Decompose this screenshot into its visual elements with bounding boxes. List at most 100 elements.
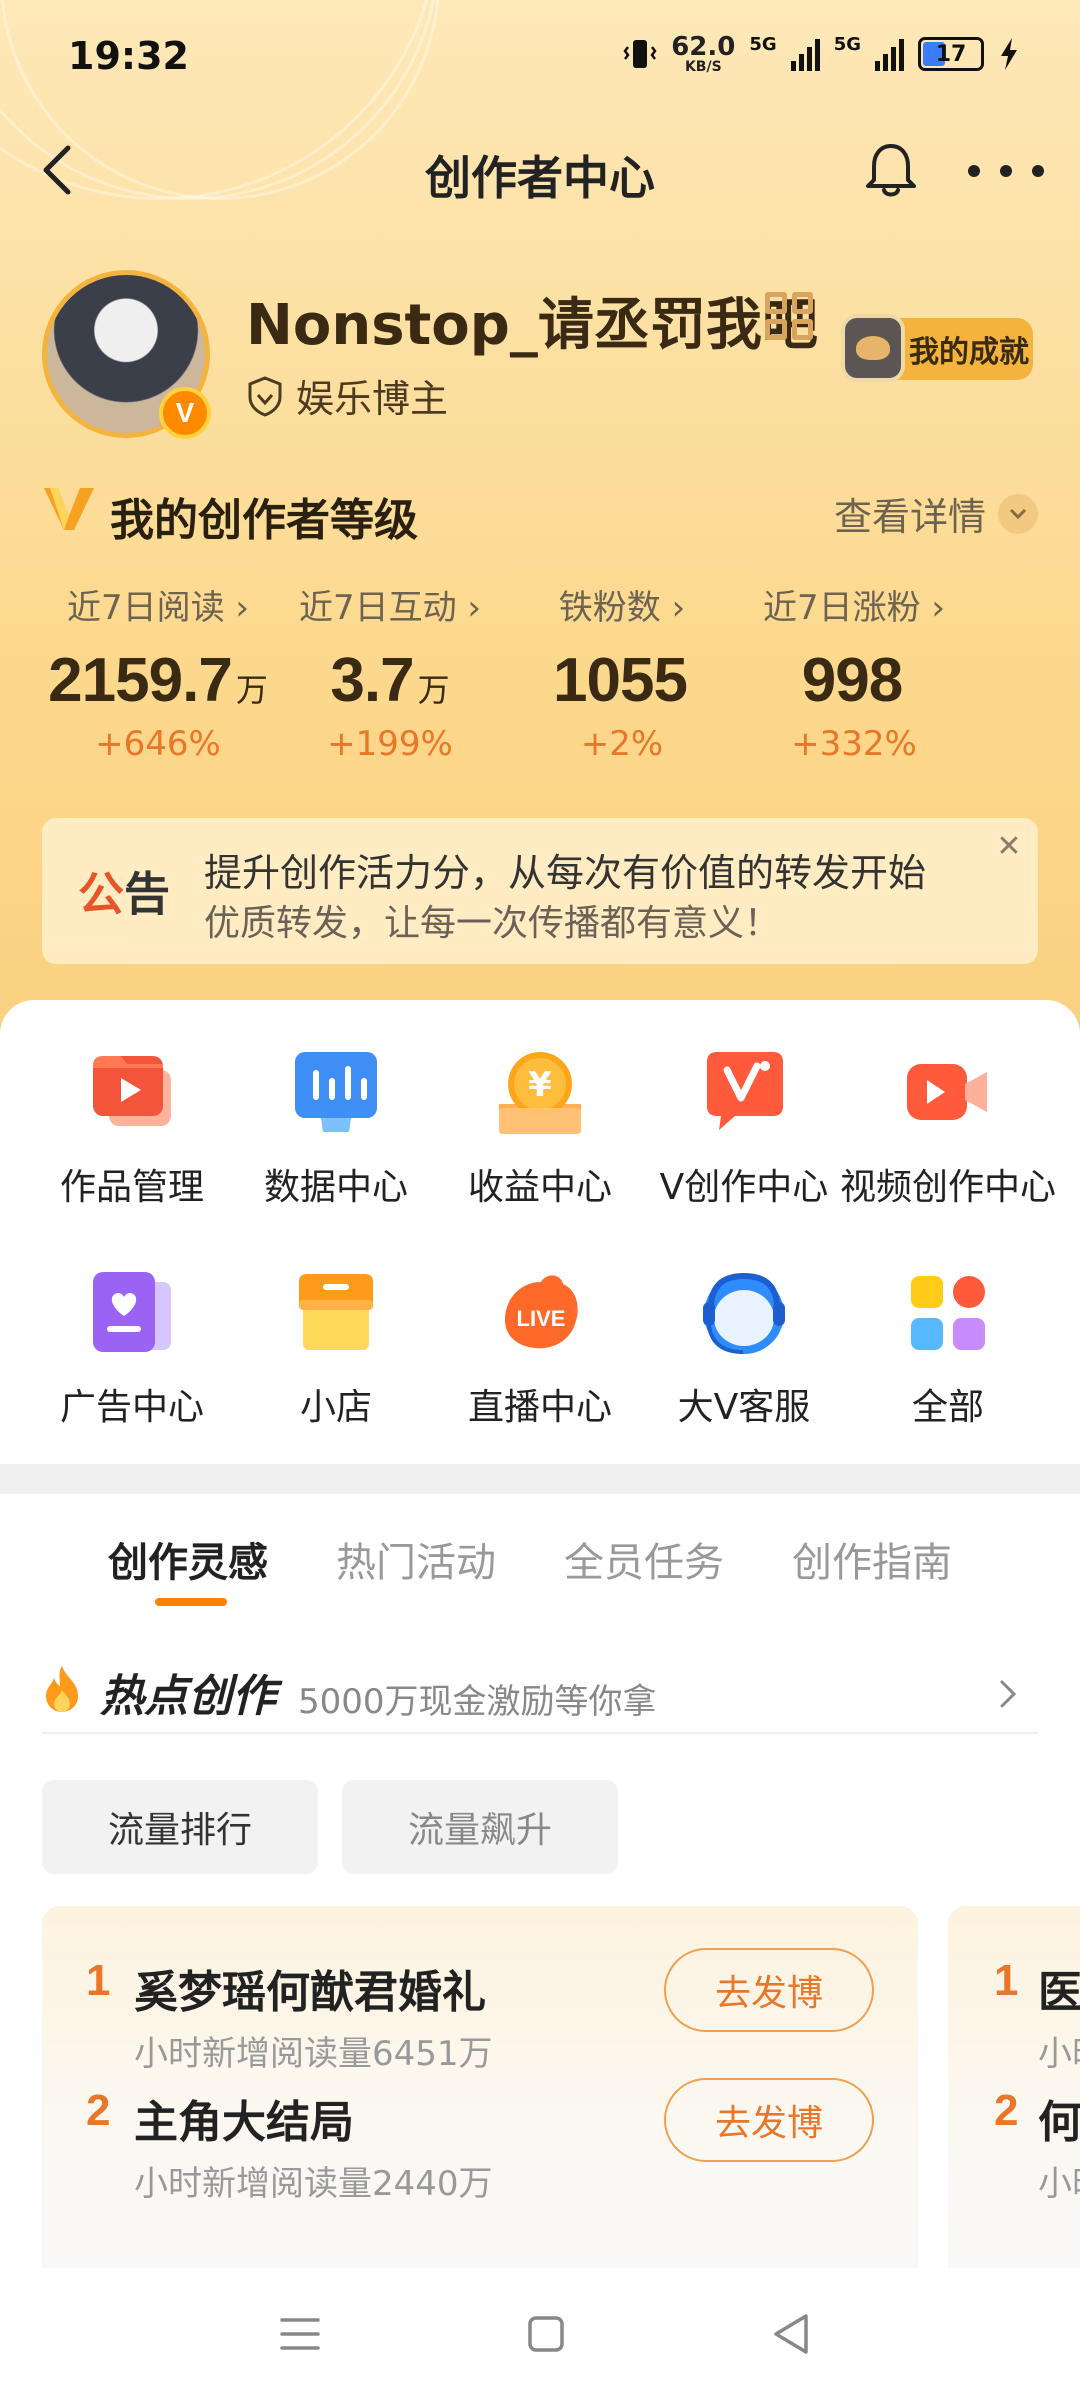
- tab-all-tasks[interactable]: 全员任务: [564, 1530, 724, 1588]
- tool-works-manage[interactable]: 作品管理: [24, 1048, 240, 1210]
- achievement-button[interactable]: 我的成就: [841, 314, 1033, 382]
- ranking-card-next[interactable]: 1 医 小时 2 何 小时: [948, 1906, 1080, 2286]
- stat-label: 近7日互动: [298, 588, 457, 628]
- all-apps-icon: [903, 1268, 993, 1358]
- hot-title: 热点创作: [100, 1671, 276, 1722]
- username[interactable]: Nonstop_请丞罚我吧: [246, 280, 818, 361]
- achievement-icon: [841, 314, 905, 382]
- stat-item[interactable]: 近7日互动 › 3.7 万 +199%: [274, 580, 506, 764]
- system-nav-bar: [0, 2268, 1080, 2400]
- stat-value: 2159.7: [48, 646, 233, 715]
- stat-label: 铁粉数: [558, 588, 661, 628]
- tool-live-center[interactable]: LIVE 直播中心: [432, 1268, 648, 1430]
- ranking-item: 1 医 小时: [948, 1956, 1080, 2106]
- tool-label: 收益中心: [467, 1167, 612, 1208]
- tool-label: V创作中心: [659, 1167, 829, 1208]
- stat-value: 1055: [553, 646, 688, 715]
- close-icon[interactable]: ✕: [992, 830, 1026, 864]
- tool-label: 全部: [911, 1387, 984, 1428]
- chip-traffic-rank[interactable]: 流量排行: [42, 1780, 318, 1874]
- active-tab-indicator: [155, 1598, 227, 1606]
- live-center-icon: LIVE: [495, 1268, 585, 1358]
- qr-code-icon[interactable]: [765, 292, 813, 340]
- video-creation-icon: [903, 1048, 993, 1138]
- rank-title: 何: [1038, 2097, 1080, 2148]
- v-creation-icon: [699, 1048, 789, 1138]
- status-icons: 62.0 KB/S 5G 5G 17: [623, 34, 1020, 74]
- rank-number: 1: [86, 1956, 111, 2005]
- rank-subtitle: 小时新增阅读量6451万: [134, 2034, 493, 2074]
- verified-badge: V: [159, 387, 211, 439]
- tool-video-creation[interactable]: 视频创作中心: [840, 1048, 1056, 1210]
- stat-label: 近7日涨粉: [762, 588, 921, 628]
- menu-icon[interactable]: [270, 2304, 330, 2364]
- home-icon[interactable]: [516, 2304, 576, 2364]
- stat-unit: 万: [235, 671, 268, 709]
- more-options-icon[interactable]: [968, 156, 1044, 186]
- battery-icon: 17: [918, 37, 984, 71]
- app-header: 创作者中心: [0, 120, 1080, 220]
- stat-change: +2%: [580, 724, 664, 764]
- ranking-item: 2 何 小时: [948, 2086, 1080, 2236]
- post-button[interactable]: 去发博: [664, 1948, 874, 2032]
- announcement-subtitle: 优质转发，让每一次传播都有意义！: [204, 903, 781, 944]
- inspiration-section: 创作灵感 热门活动 全员任务 创作指南 热点创作 5000万现金激励等你拿 流量…: [0, 1494, 1080, 2286]
- stat-item[interactable]: 近7日阅读 › 2159.7 万 +646%: [42, 580, 274, 764]
- flame-icon: [46, 1666, 78, 1712]
- tab-inspiration[interactable]: 创作灵感: [108, 1530, 268, 1588]
- announcement-title: 提升创作活力分，从每次有价值的转发开始: [204, 851, 927, 895]
- live-text: LIVE: [517, 1306, 566, 1331]
- chevron-down-icon: [998, 493, 1038, 534]
- net-speed: 62.0 KB/S: [671, 32, 736, 75]
- post-button[interactable]: 去发博: [664, 2078, 874, 2162]
- tool-all[interactable]: 全部: [840, 1268, 1056, 1430]
- announcement-banner[interactable]: 公告 提升创作活力分，从每次有价值的转发开始 优质转发，让每一次传播都有意义！ …: [42, 818, 1038, 964]
- rank-subtitle: 小时: [1038, 2034, 1080, 2074]
- section-divider: [0, 1464, 1080, 1494]
- creator-level-row[interactable]: 我的创作者等级 查看详情: [42, 480, 1038, 546]
- tool-ad-center[interactable]: 广告中心: [24, 1268, 240, 1430]
- rank-subtitle: 小时新增阅读量2440万: [134, 2164, 493, 2204]
- tool-label: 小店: [299, 1387, 372, 1428]
- tab-hot-activities[interactable]: 热门活动: [336, 1530, 496, 1588]
- chevron-right-icon: [1000, 1680, 1017, 1708]
- announcement-tag: 公告: [78, 867, 170, 921]
- stat-change: +646%: [95, 724, 221, 764]
- tool-income-center[interactable]: ¥ 收益中心: [432, 1048, 648, 1210]
- stat-value: 3.7: [330, 646, 414, 715]
- rank-number: 2: [994, 2086, 1019, 2135]
- tool-customer-service[interactable]: 大V客服: [636, 1268, 852, 1430]
- stats-row: 近7日阅读 › 2159.7 万 +646% 近7日互动 › 3.7 万 +199%…: [42, 580, 1038, 764]
- hot-creation-row[interactable]: 热点创作 5000万现金激励等你拿: [42, 1654, 1038, 1734]
- stat-label: 近7日阅读: [66, 588, 225, 628]
- status-bar: 19:32 62.0 KB/S 5G 5G 17: [0, 0, 1080, 120]
- chevron-right-icon: ›: [467, 588, 482, 628]
- rank-number: 1: [994, 1956, 1019, 2005]
- ranking-item[interactable]: 2 主角大结局 小时新增阅读量2440万 去发博: [42, 2078, 918, 2236]
- level-detail-link[interactable]: 查看详情: [834, 486, 1038, 541]
- stat-item[interactable]: 铁粉数 › 1055 +2%: [506, 580, 738, 764]
- shield-icon: [248, 375, 282, 417]
- back-nav-icon[interactable]: [762, 2304, 822, 2364]
- works-manage-icon: [87, 1048, 177, 1138]
- shop-icon: [291, 1268, 381, 1358]
- tool-data-center[interactable]: 数据中心: [228, 1048, 444, 1210]
- level-detail-label: 查看详情: [833, 495, 986, 539]
- tab-creation-guide[interactable]: 创作指南: [792, 1530, 952, 1588]
- stat-unit: 万: [417, 671, 450, 709]
- chevron-right-icon: ›: [235, 588, 250, 628]
- ranking-filter-chips: 流量排行 流量飙升: [42, 1780, 618, 1874]
- tool-v-creation[interactable]: V创作中心: [636, 1048, 852, 1210]
- tool-shop[interactable]: 小店: [228, 1268, 444, 1430]
- avatar[interactable]: V: [42, 270, 211, 439]
- notification-bell-icon[interactable]: [860, 140, 922, 202]
- hot-subtitle: 5000万现金激励等你拿: [298, 1682, 657, 1722]
- chip-traffic-rising[interactable]: 流量飙升: [342, 1780, 618, 1874]
- yen-glyph: ¥: [528, 1065, 552, 1105]
- role-label: 娱乐博主: [296, 377, 449, 421]
- stat-item[interactable]: 近7日涨粉 › 998 +332%: [738, 580, 970, 764]
- chevron-right-icon: ›: [671, 588, 686, 628]
- tool-label: 广告中心: [59, 1387, 204, 1428]
- role-row: 娱乐博主: [246, 368, 448, 423]
- ranking-card: 1 奚梦瑶何猷君婚礼 小时新增阅读量6451万 去发博 2 主角大结局 小时新增…: [42, 1906, 918, 2286]
